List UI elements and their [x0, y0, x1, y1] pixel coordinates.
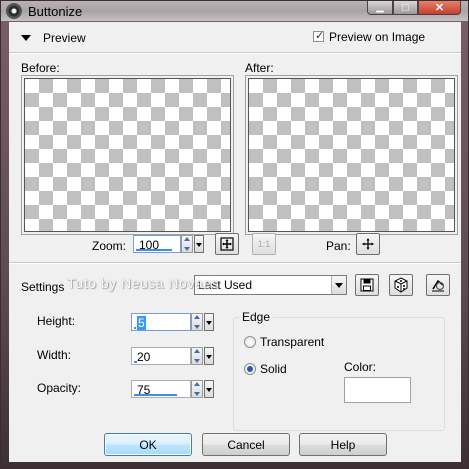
opacity-level-bar — [134, 394, 177, 396]
zoom-fit-button[interactable] — [215, 233, 239, 255]
opacity-input[interactable]: 75 — [131, 380, 191, 398]
zoom-separator — [9, 262, 461, 264]
after-preview-pane[interactable] — [248, 78, 455, 232]
help-button[interactable]: Help — [299, 433, 387, 456]
collapse-triangle-icon[interactable] — [21, 35, 31, 41]
solid-radio[interactable] — [244, 363, 256, 375]
zoom-label: Zoom: — [92, 239, 127, 253]
width-spinner[interactable] — [191, 347, 203, 365]
save-preset-button[interactable] — [355, 274, 379, 296]
zoom-dropdown-button[interactable] — [194, 235, 204, 253]
width-value: 20 — [137, 350, 151, 364]
reset-button[interactable] — [426, 274, 450, 296]
fit-to-window-icon — [220, 237, 234, 251]
pan-label: Pan: — [326, 239, 351, 253]
height-level-bar — [134, 327, 136, 329]
maximize-icon: □ — [402, 1, 409, 14]
dialog-window: Buttonize ▁ □ ✕ Preview ✓ Preview on Ima… — [0, 0, 469, 469]
pan-move-icon — [362, 238, 374, 250]
app-icon — [6, 3, 22, 19]
save-icon — [360, 278, 374, 292]
transparent-label[interactable]: Transparent — [260, 335, 324, 349]
actual-size-button[interactable]: 1:1 — [252, 233, 276, 255]
height-label: Height: — [37, 314, 76, 328]
settings-label: Settings — [21, 280, 65, 294]
before-frame — [21, 75, 234, 235]
close-button[interactable]: ✕ — [418, 1, 461, 15]
color-label: Color: — [344, 360, 377, 374]
opacity-dropdown-button[interactable] — [204, 380, 214, 398]
minimize-icon: ▁ — [376, 2, 384, 12]
preview-on-image-checkbox[interactable]: ✓ — [313, 30, 325, 42]
opacity-label: Opacity: — [37, 381, 82, 395]
chevron-down-icon[interactable] — [331, 276, 346, 294]
height-dropdown-button[interactable] — [204, 313, 214, 331]
pan-button[interactable] — [356, 233, 380, 255]
zoom-spinner[interactable] — [181, 235, 193, 253]
after-label: After: — [245, 61, 274, 75]
opacity-spinner[interactable] — [191, 380, 203, 398]
help-button-label: Help — [330, 437, 356, 452]
dialog-body: Preview ✓ Preview on Image Before: After… — [9, 22, 461, 462]
transparent-radio[interactable] — [244, 336, 256, 348]
actual-size-icon: 1:1 — [257, 239, 271, 249]
zoom-input[interactable]: 100 — [133, 235, 181, 253]
checkmark-icon: ✓ — [315, 30, 325, 42]
zoom-level-bar — [136, 249, 172, 251]
minimize-button[interactable]: ▁ — [367, 1, 393, 15]
randomize-button[interactable] — [389, 274, 413, 296]
width-input[interactable]: 20 — [131, 347, 191, 365]
parameters-panel: Height: 5 Width: 20 Opacity: 75 Edge Tra… — [9, 298, 461, 438]
before-preview-pane[interactable] — [24, 78, 231, 232]
window-title: Buttonize — [28, 4, 83, 19]
edge-group-label: Edge — [239, 310, 274, 324]
cancel-button-label: Cancel — [227, 437, 265, 452]
reset-icon — [430, 277, 446, 293]
edge-color-swatch[interactable] — [344, 377, 411, 403]
height-spinner[interactable] — [191, 313, 203, 331]
width-label: Width: — [37, 348, 72, 362]
ok-button-label: OK — [139, 437, 157, 452]
watermark-text: Tuto by Neusa Novaes — [67, 275, 219, 291]
header-separator — [9, 52, 461, 54]
preview-toggle-label[interactable]: Preview — [43, 31, 86, 45]
height-input[interactable]: 5 — [131, 313, 191, 331]
before-label: Before: — [21, 61, 60, 75]
preview-on-image-label: Preview on Image — [329, 30, 426, 44]
after-frame — [245, 75, 458, 235]
width-level-bar — [134, 361, 137, 363]
dice-icon — [393, 277, 409, 293]
ok-button[interactable]: OK — [104, 433, 192, 456]
close-icon: ✕ — [434, 2, 445, 14]
width-dropdown-button[interactable] — [204, 347, 214, 365]
solid-label[interactable]: Solid — [260, 362, 287, 376]
height-value: 5 — [137, 316, 146, 330]
cancel-button[interactable]: Cancel — [202, 433, 290, 456]
maximize-button[interactable]: □ — [393, 1, 418, 15]
